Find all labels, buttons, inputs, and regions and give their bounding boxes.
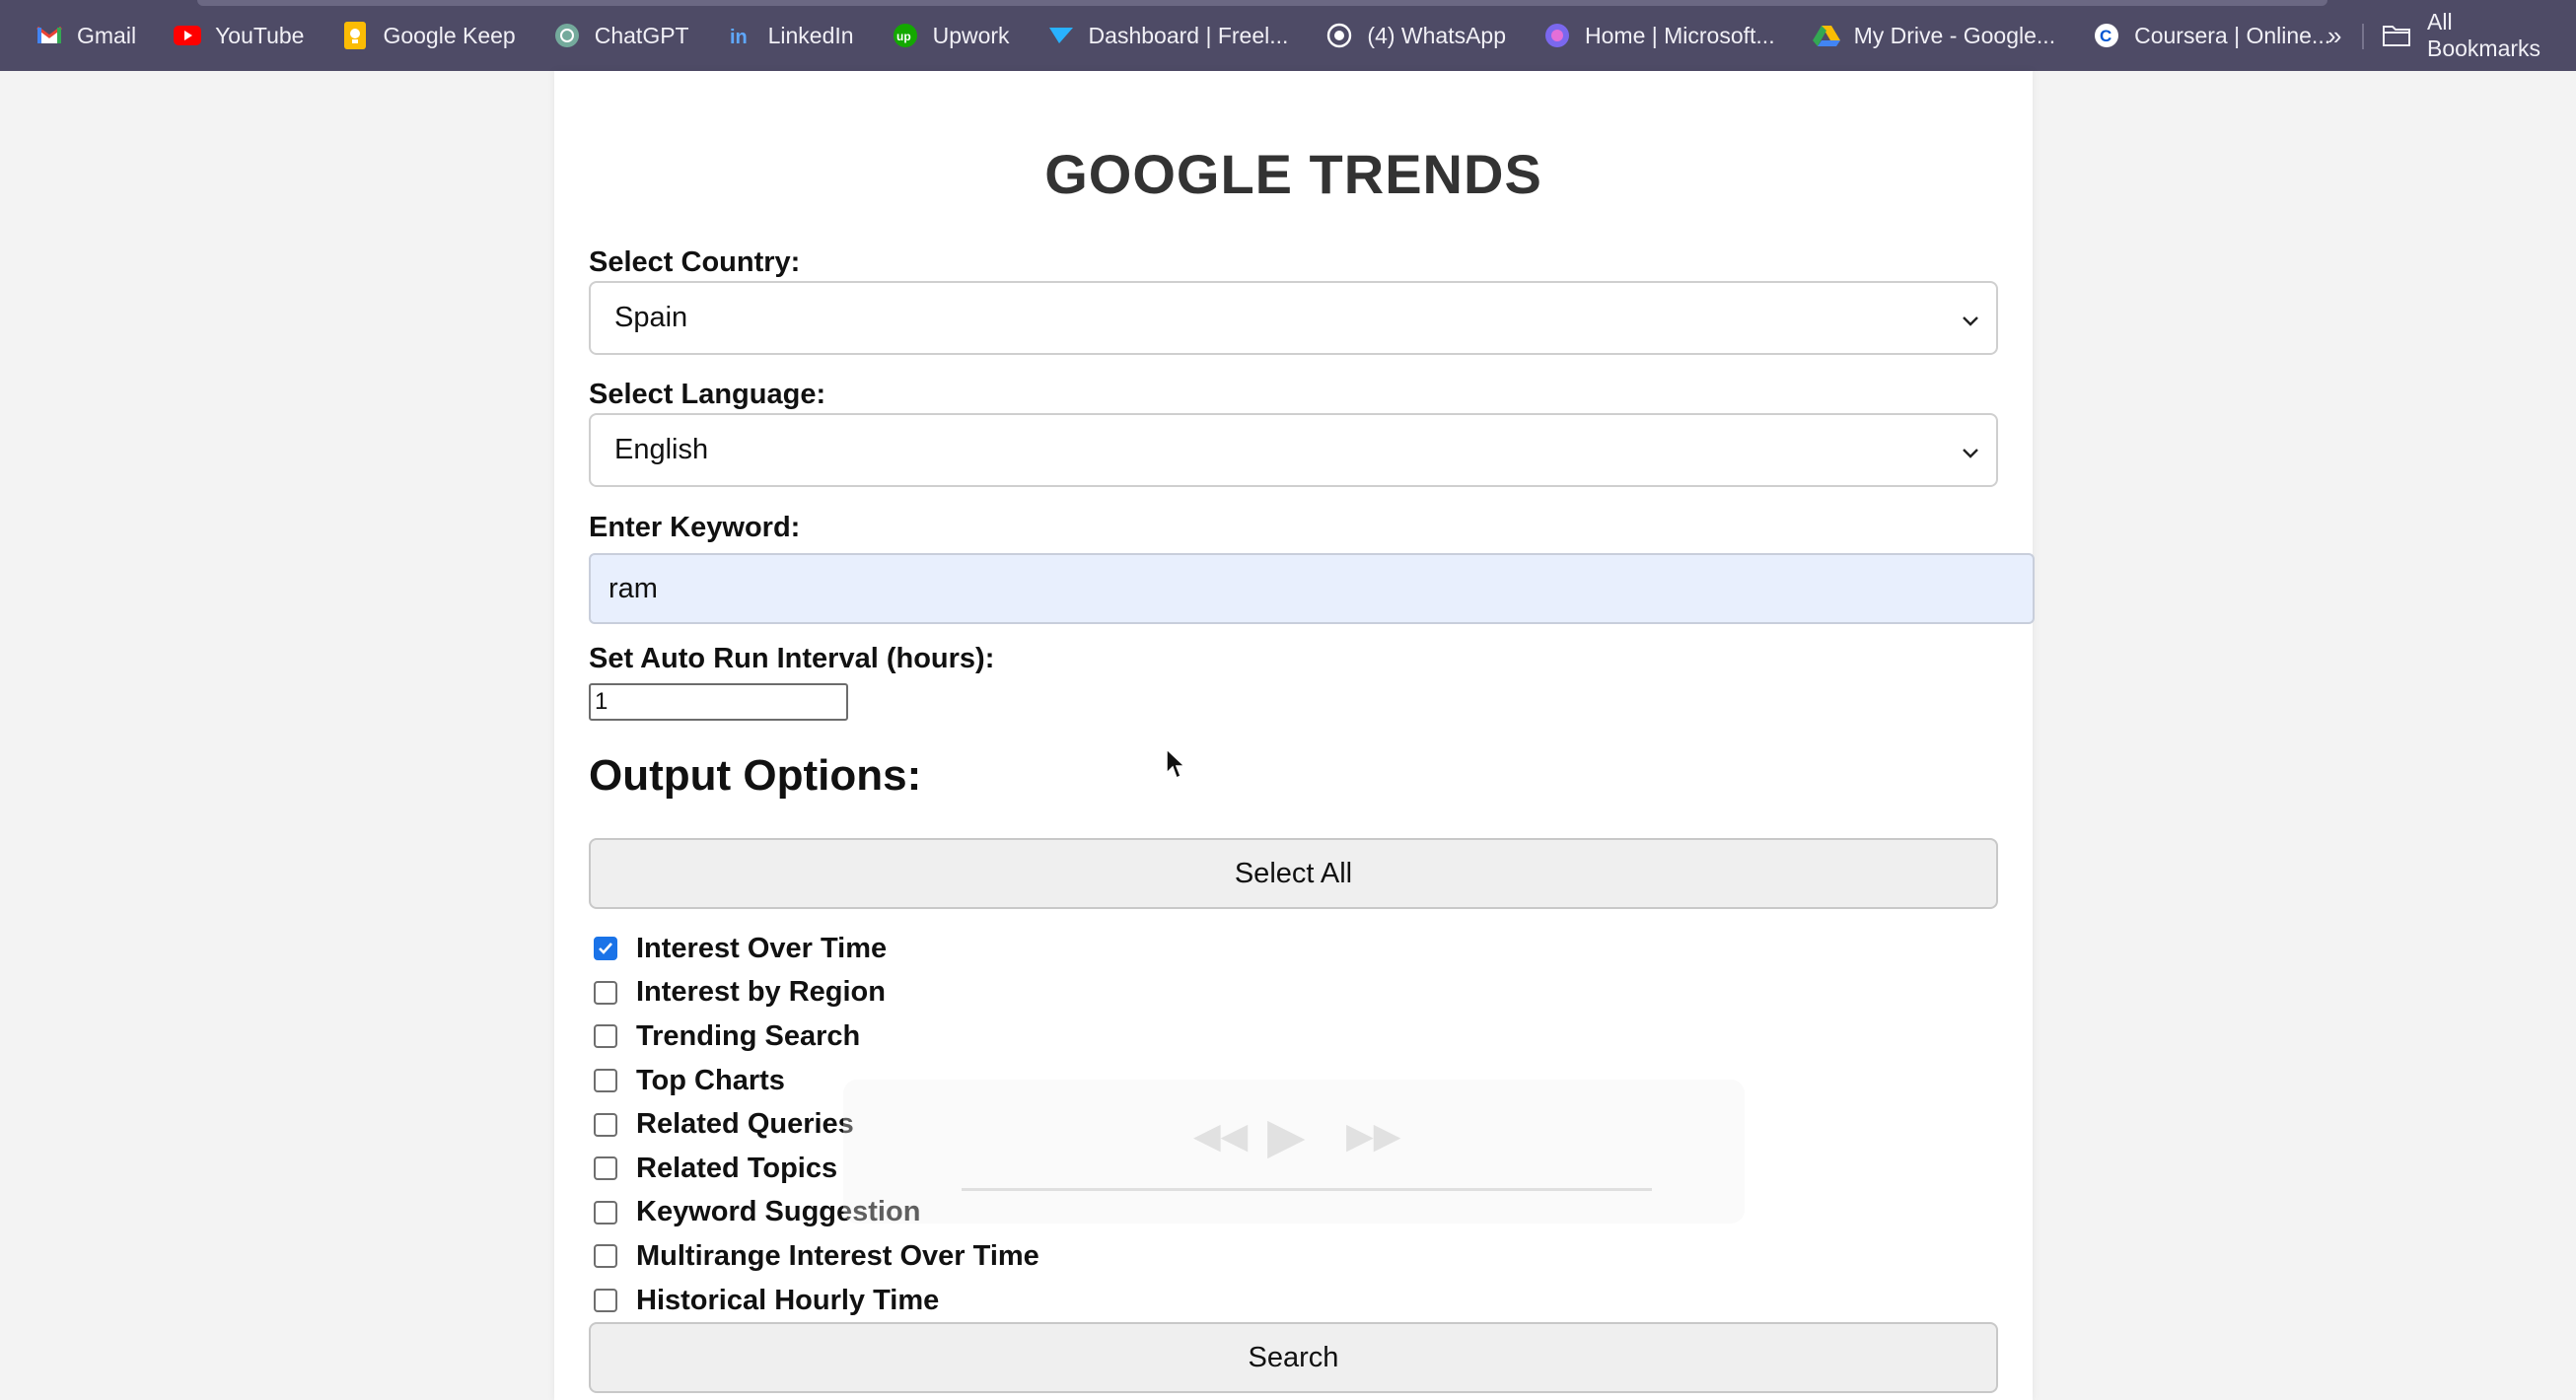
country-select[interactable]: Spain <box>589 281 1998 355</box>
bookmark-label: My Drive - Google... <box>1853 22 2056 48</box>
google-drive-icon <box>1812 22 1840 49</box>
linkedin-icon: in <box>727 22 754 49</box>
bookmark-microsoft[interactable]: Home | Microsoft... <box>1530 14 1789 57</box>
bookmark-label: LinkedIn <box>767 22 854 48</box>
language-select[interactable]: English <box>589 413 1998 487</box>
select-all-button[interactable]: Select All <box>589 838 1998 909</box>
output-options-title: Output Options: <box>589 751 922 800</box>
chatgpt-icon <box>553 22 581 49</box>
option-checkbox[interactable] <box>594 1069 617 1093</box>
bookmarks-list: Gmail YouTube Google Keep ChatGPT in LinkedIn… <box>22 14 2354 57</box>
keyword-input[interactable]: ram <box>589 553 2035 624</box>
chevron-down-icon <box>1963 449 1978 458</box>
svg-text:C: C <box>2100 27 2111 45</box>
tab-strip-edge <box>197 0 2327 6</box>
output-option[interactable]: Historical Hourly Time <box>594 1279 1039 1323</box>
option-checkbox[interactable] <box>594 1156 617 1181</box>
bookmarks-separator <box>2362 24 2364 49</box>
bookmark-coursera[interactable]: C Coursera | Online... <box>2079 14 2344 57</box>
bookmark-label: Dashboard | Freel... <box>1088 22 1289 48</box>
option-label: Interest Over Time <box>636 932 888 964</box>
svg-text:in: in <box>730 27 748 48</box>
rewind-icon: ◀◀ <box>1193 1115 1249 1155</box>
chevron-down-icon <box>1963 316 1978 326</box>
output-option[interactable]: Multirange Interest Over Time <box>594 1234 1039 1279</box>
bookmark-label: (4) WhatsApp <box>1367 22 1507 48</box>
more-bookmarks-button[interactable]: » <box>2318 14 2351 57</box>
output-option[interactable]: Trending Search <box>594 1015 1039 1059</box>
option-checkbox[interactable] <box>594 1112 617 1137</box>
option-label: Historical Hourly Time <box>636 1284 940 1316</box>
bookmark-youtube[interactable]: YouTube <box>160 14 318 57</box>
gmail-icon <box>36 22 63 49</box>
option-checkbox[interactable] <box>594 1244 617 1269</box>
bookmark-whatsapp[interactable]: (4) WhatsApp <box>1312 14 1520 57</box>
bookmark-label: Google Keep <box>383 22 516 48</box>
option-checkbox[interactable] <box>594 980 617 1005</box>
option-label: Multirange Interest Over Time <box>636 1239 1039 1272</box>
bookmark-label: Home | Microsoft... <box>1585 22 1775 48</box>
bookmark-gmail[interactable]: Gmail <box>22 14 150 57</box>
interval-input[interactable]: 1 <box>589 683 848 721</box>
whatsapp-icon <box>1325 22 1353 49</box>
all-bookmarks-label: All Bookmarks <box>2427 9 2541 61</box>
option-label: Related Queries <box>636 1108 854 1141</box>
page-title: GOOGLE TRENDS <box>1044 143 1542 205</box>
bookmark-freelancer[interactable]: Dashboard | Freel... <box>1034 14 1303 57</box>
output-option[interactable]: Interest Over Time <box>594 927 1039 971</box>
video-progress-bar <box>962 1188 1652 1191</box>
bookmark-google-keep[interactable]: Google Keep <box>327 14 529 57</box>
youtube-icon <box>174 22 202 49</box>
option-checkbox[interactable] <box>594 1200 617 1225</box>
google-keep-icon <box>341 22 369 49</box>
checkmark-icon <box>599 943 612 955</box>
bookmarks-bar: Gmail YouTube Google Keep ChatGPT in LinkedIn… <box>0 0 2576 71</box>
bookmark-label: Coursera | Online... <box>2134 22 2331 48</box>
bookmark-label: YouTube <box>215 22 305 48</box>
bookmark-chatgpt[interactable]: ChatGPT <box>539 14 703 57</box>
all-bookmarks-button[interactable]: All Bookmarks <box>2372 9 2576 61</box>
video-overlay-controls: ◀◀ ▶ ▶▶ <box>843 1080 1745 1224</box>
coursera-icon: C <box>2093 22 2120 49</box>
country-select-value: Spain <box>614 302 688 333</box>
language-select-value: English <box>614 434 709 465</box>
microsoft-icon <box>1543 22 1571 49</box>
language-label: Select Language: <box>589 379 826 410</box>
option-label: Top Charts <box>636 1064 785 1096</box>
play-icon: ▶ <box>1267 1108 1306 1163</box>
svg-text:up: up <box>896 30 911 43</box>
option-label: Interest by Region <box>636 976 886 1009</box>
option-checkbox[interactable] <box>594 1289 617 1313</box>
keyword-label: Enter Keyword: <box>589 512 801 543</box>
mouse-cursor-icon <box>1166 747 1186 780</box>
upwork-icon: up <box>892 22 919 49</box>
fast-forward-icon: ▶▶ <box>1346 1115 1401 1155</box>
folder-icon <box>2382 23 2411 48</box>
bookmark-google-drive[interactable]: My Drive - Google... <box>1799 14 2070 57</box>
option-checkbox[interactable] <box>594 1024 617 1049</box>
option-checkbox[interactable] <box>594 937 617 961</box>
search-button[interactable]: Search <box>589 1322 1998 1393</box>
bookmark-upwork[interactable]: up Upwork <box>878 14 1024 57</box>
option-label: Related Topics <box>636 1152 838 1184</box>
bookmark-linkedin[interactable]: in LinkedIn <box>713 14 868 57</box>
bookmark-label: Gmail <box>77 22 137 48</box>
interval-label: Set Auto Run Interval (hours): <box>589 643 995 674</box>
bookmark-label: ChatGPT <box>594 22 689 48</box>
freelancer-icon <box>1047 22 1075 49</box>
bookmark-label: Upwork <box>932 22 1010 48</box>
option-label: Trending Search <box>636 1019 861 1052</box>
output-option[interactable]: Interest by Region <box>594 971 1039 1015</box>
country-label: Select Country: <box>589 246 801 278</box>
